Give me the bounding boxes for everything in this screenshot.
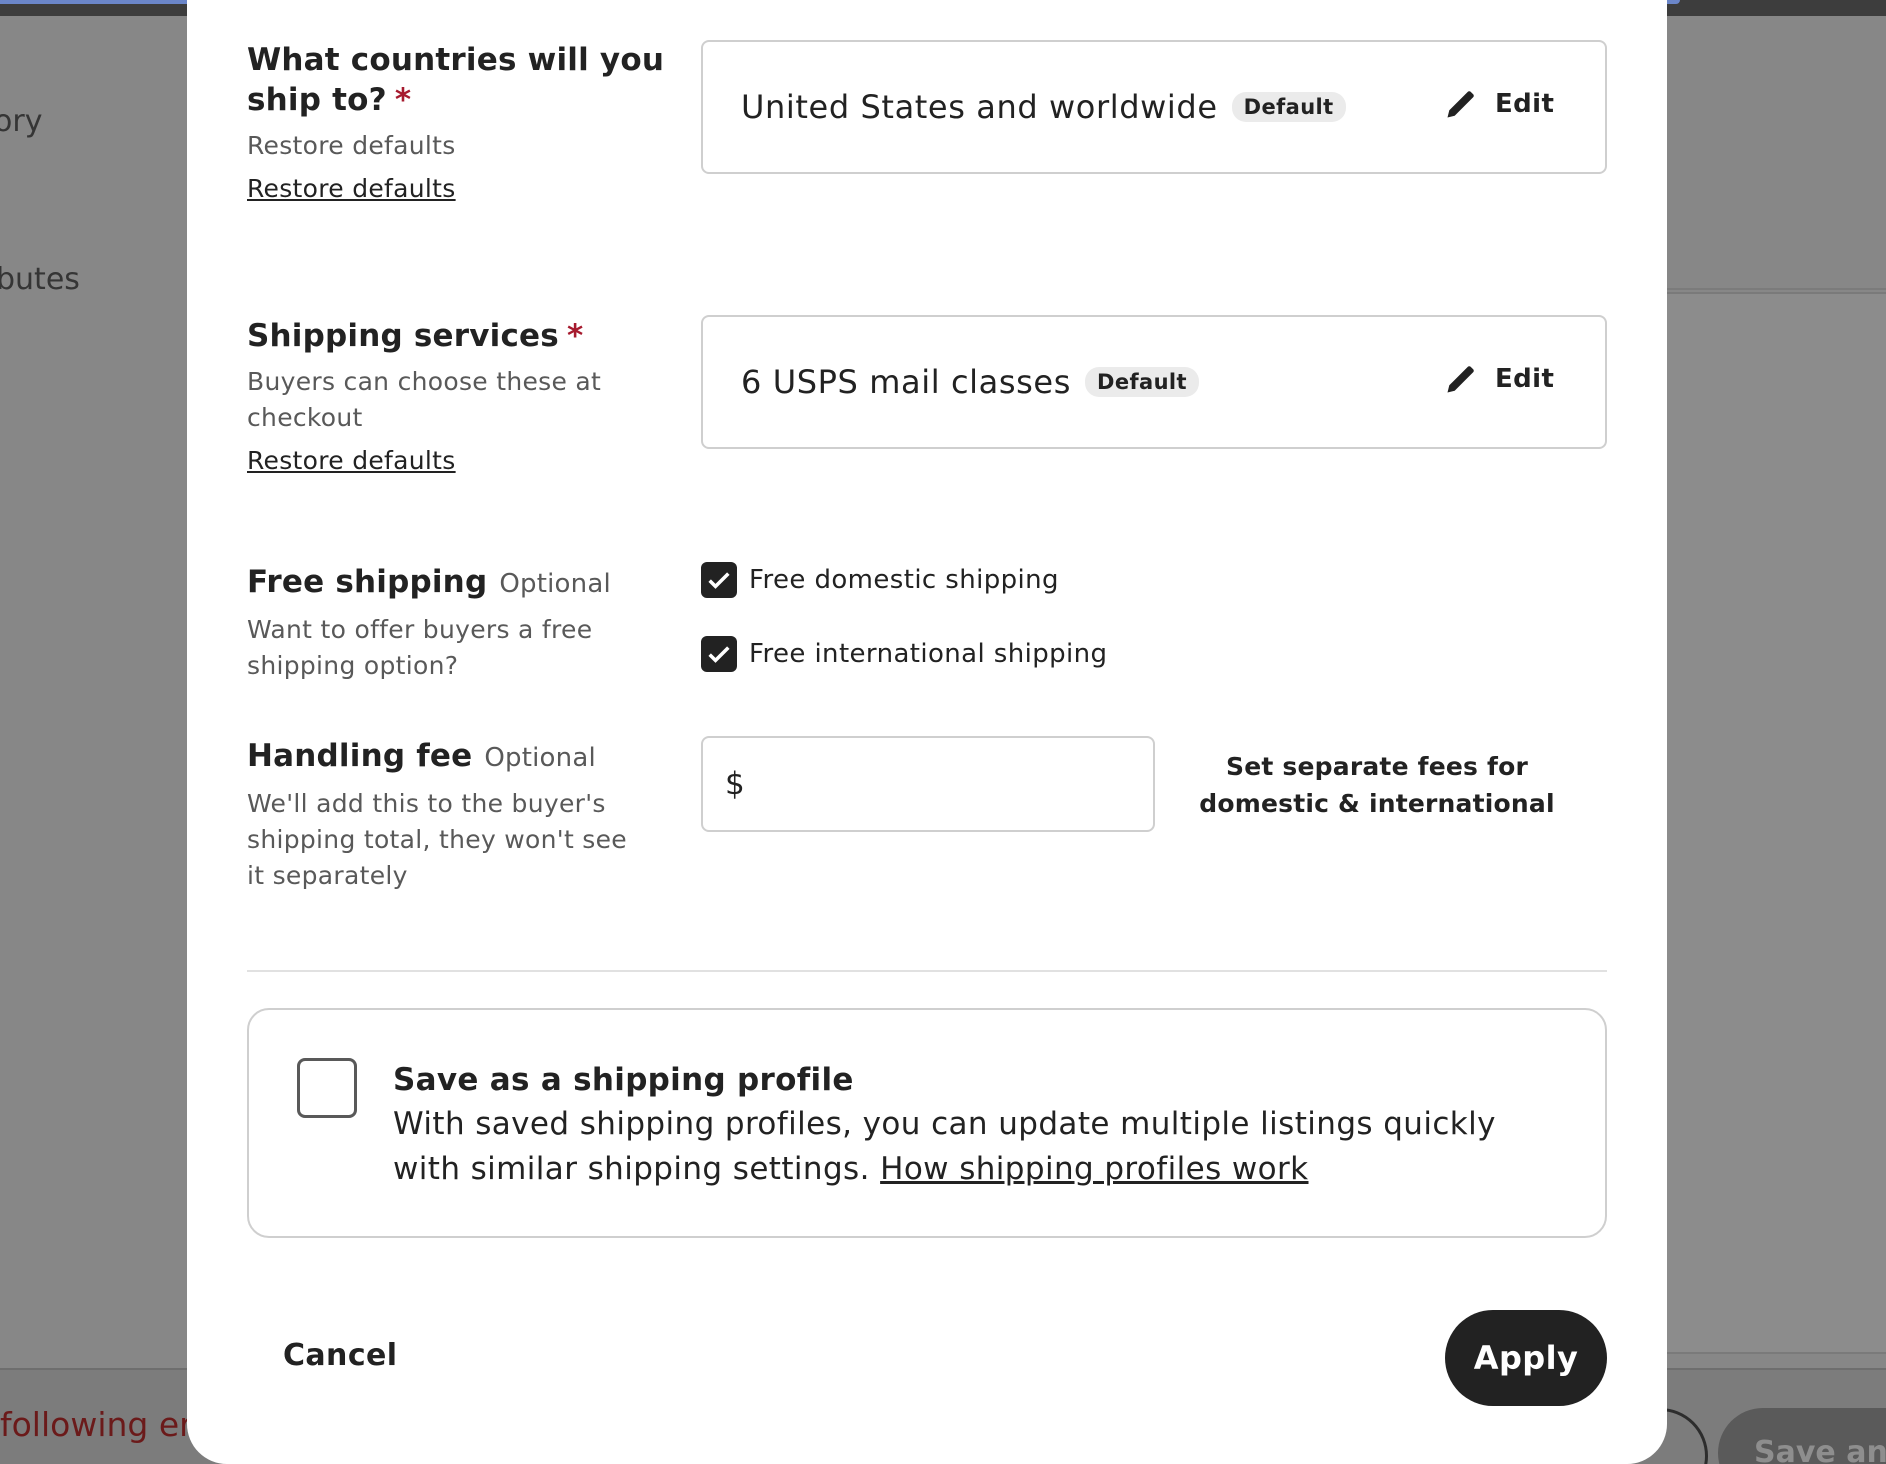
free-shipping-title: Free shipping Optional <box>247 564 611 600</box>
section-divider <box>247 970 1607 972</box>
optional-tag: Optional <box>499 569 611 599</box>
shipping-options-modal: What countries will you ship to? * Restor… <box>187 0 1667 1464</box>
services-select[interactable]: 6 USPS mail classes Default Edit <box>701 315 1607 449</box>
checkbox-checked[interactable] <box>701 562 737 598</box>
required-asterisk: * <box>394 82 412 118</box>
services-description: Buyers can choose these at checkout <box>247 367 602 432</box>
background-nav-text: butes <box>0 262 80 297</box>
handling-fee-input[interactable] <box>758 765 1123 803</box>
separate-fees-link[interactable]: Set separate fees for domestic & interna… <box>1197 748 1557 822</box>
free-shipping-label-group: Free shipping Optional Want to offer buye… <box>247 562 667 684</box>
countries-title: What countries will you ship to? * <box>247 42 665 118</box>
pencil-icon <box>1447 91 1474 118</box>
checkbox-label: Free domestic shipping <box>749 565 1059 595</box>
background-save-button: Save and <box>1718 1408 1886 1464</box>
countries-value: United States and worldwide Default <box>741 88 1346 126</box>
countries-select[interactable]: United States and worldwide Default Edit <box>701 40 1607 174</box>
checkmark-icon <box>708 646 730 663</box>
handling-fee-description: We'll add this to the buyer's shipping t… <box>247 789 627 890</box>
countries-restore-defaults-link[interactable]: Restore defaults <box>247 174 456 203</box>
optional-tag: Optional <box>484 743 596 773</box>
profile-description: With saved shipping profiles, you can up… <box>393 1106 1496 1187</box>
checkmark-icon <box>708 572 730 589</box>
background-nav-text: ory <box>0 104 43 139</box>
currency-prefix: $ <box>725 766 745 802</box>
background-panel <box>1666 292 1886 1354</box>
handling-fee-title: Handling fee Optional <box>247 738 596 774</box>
free-shipping-description: Want to offer buyers a free shipping opt… <box>247 615 593 680</box>
countries-label-group: What countries will you ship to? * Restor… <box>247 40 687 203</box>
free-international-checkbox[interactable]: Free international shipping <box>701 636 1107 672</box>
countries-edit-button[interactable]: Edit <box>1443 86 1554 122</box>
background-error-text: following err <box>0 1405 206 1444</box>
services-label-group: Shipping services * Buyers can choose the… <box>247 316 687 475</box>
default-badge: Default <box>1231 92 1346 122</box>
handling-fee-field[interactable]: $ <box>701 736 1155 832</box>
save-profile-checkbox[interactable] <box>297 1058 357 1118</box>
background-divider <box>1666 288 1886 290</box>
required-asterisk: * <box>566 318 584 354</box>
default-badge: Default <box>1084 367 1199 397</box>
services-restore-defaults-link[interactable]: Restore defaults <box>247 446 456 475</box>
services-edit-button[interactable]: Edit <box>1443 361 1554 397</box>
shipping-profile-card: Save as a shipping profile With saved sh… <box>247 1008 1607 1238</box>
checkbox-checked[interactable] <box>701 636 737 672</box>
countries-description: Restore defaults <box>247 131 456 160</box>
free-domestic-checkbox[interactable]: Free domestic shipping <box>701 562 1059 598</box>
services-value: 6 USPS mail classes Default <box>741 363 1199 401</box>
handling-fee-label-group: Handling fee Optional We'll add this to t… <box>247 736 647 894</box>
cancel-button[interactable]: Cancel <box>283 1338 397 1373</box>
pencil-icon <box>1447 366 1474 393</box>
apply-button[interactable]: Apply <box>1445 1310 1607 1406</box>
services-title: Shipping services * <box>247 318 584 354</box>
how-profiles-work-link[interactable]: How shipping profiles work <box>880 1151 1308 1187</box>
profile-title: Save as a shipping profile <box>393 1062 854 1098</box>
checkbox-label: Free international shipping <box>749 639 1108 669</box>
